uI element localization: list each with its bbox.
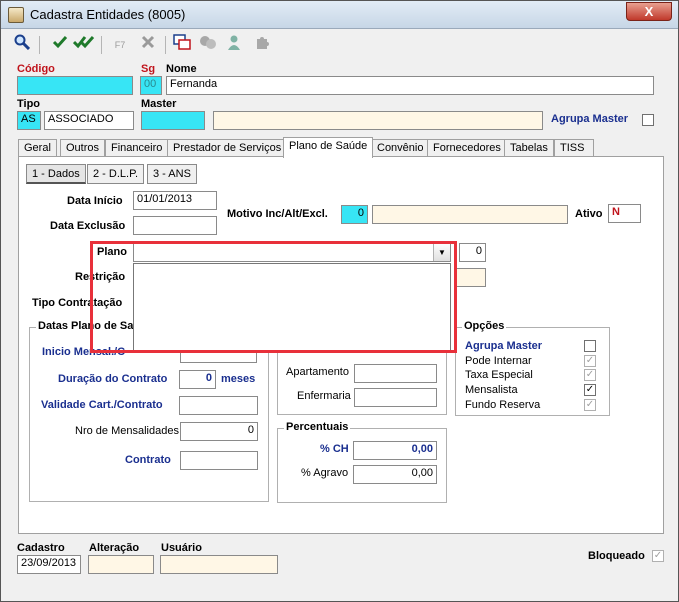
codigo-label: Código <box>17 63 55 75</box>
opcao-fundo-reserva-label: Fundo Reserva <box>465 399 541 411</box>
subtab-dlp[interactable]: 2 - D.L.P. <box>87 164 145 184</box>
close-button[interactable]: X <box>626 2 672 21</box>
window-title: Cadastra Entidades (8005) <box>30 7 186 22</box>
puzzle-icon[interactable] <box>251 34 273 56</box>
nro-mensalidades-field[interactable]: 0 <box>180 422 258 441</box>
f7-icon[interactable]: F7 <box>109 34 131 56</box>
tab-tabelas[interactable]: Tabelas <box>504 139 554 157</box>
opcao-mensalista-checkbox[interactable]: ✓ <box>584 384 596 396</box>
nome-field[interactable]: Fernanda <box>166 76 654 95</box>
contrato-label: Contrato <box>125 454 171 466</box>
master-code-field[interactable] <box>141 111 205 130</box>
subtab-dados[interactable]: 1 - Dados <box>26 164 86 184</box>
motivo-label: Motivo Inc/Alt/Excl. <box>227 208 328 220</box>
opcao-pode-internar-label: Pode Internar <box>465 355 532 367</box>
contrato-field[interactable] <box>180 451 258 470</box>
sg-field[interactable]: 00 <box>140 76 162 95</box>
ativo-label: Ativo <box>575 208 603 220</box>
tab-fornecedores[interactable]: Fornecedores <box>427 139 507 157</box>
tipo-field[interactable]: ASSOCIADO <box>44 111 134 130</box>
datas-plano-title: Datas Plano de Sa <box>36 320 136 332</box>
restricao-label: Restrição <box>75 271 126 283</box>
validade-field[interactable] <box>179 396 258 415</box>
ativo-field[interactable]: N <box>608 204 641 223</box>
master-label: Master <box>141 98 177 110</box>
search-icon[interactable] <box>11 34 33 56</box>
usuario-label: Usuário <box>161 542 202 554</box>
data-inicio-field[interactable]: 01/01/2013 <box>133 191 217 210</box>
apartamento-field[interactable] <box>354 364 437 383</box>
alteracao-field[interactable] <box>88 555 154 574</box>
plano-num-field[interactable]: 0 <box>459 243 486 262</box>
codigo-field[interactable] <box>17 76 133 95</box>
opcao-agrupa-master-label: Agrupa Master <box>465 340 543 352</box>
opcao-agrupa-master-checkbox[interactable] <box>584 340 596 352</box>
tab-tiss[interactable]: TISS <box>554 139 594 157</box>
tab-prestador[interactable]: Prestador de Serviços <box>167 139 288 157</box>
opcoes-title: Opções <box>462 320 507 332</box>
chevron-down-icon[interactable]: ▼ <box>433 244 450 261</box>
confirm-icon[interactable] <box>49 34 71 56</box>
usuario-field[interactable] <box>160 555 278 574</box>
motivo-code-field[interactable]: 0 <box>341 205 368 224</box>
subtab-ans[interactable]: 3 - ANS <box>147 164 197 184</box>
bloqueado-checkbox[interactable]: ✓ <box>652 550 664 562</box>
data-exclusao-label: Data Exclusão <box>50 220 126 232</box>
cancel-icon[interactable] <box>137 34 159 56</box>
inicio-mensal-label: Inicio Mensal./C <box>42 346 126 358</box>
plano-label: Plano <box>97 246 127 258</box>
alteracao-label: Alteração <box>89 542 140 554</box>
confirm-all-icon[interactable] <box>72 34 95 56</box>
tab-outros[interactable]: Outros <box>60 139 106 157</box>
agravo-label: % Agravo <box>301 467 349 479</box>
app-window: Cadastra Entidades (8005) X F7 Código Sg… <box>0 0 679 602</box>
gears-icon[interactable] <box>197 34 219 56</box>
restricao-field[interactable] <box>455 268 486 287</box>
nro-mensalidades-label: Nro de Mensalidades <box>75 425 179 437</box>
enfermaria-label: Enfermaria <box>297 390 351 402</box>
enfermaria-field[interactable] <box>354 388 437 407</box>
tab-financeiro[interactable]: Financeiro <box>105 139 169 157</box>
duracao-label: Duração do Contrato <box>58 373 168 385</box>
opcao-mensalista-label: Mensalista <box>465 384 518 396</box>
tipo-label: Tipo <box>17 98 41 110</box>
duracao-unit: meses <box>221 373 256 385</box>
agravo-field[interactable]: 0,00 <box>353 465 437 484</box>
opcao-fundo-reserva-checkbox[interactable]: ✓ <box>584 399 596 411</box>
opcao-taxa-especial-checkbox[interactable]: ✓ <box>584 369 596 381</box>
toolbar: F7 <box>7 32 672 60</box>
duracao-field[interactable]: 0 <box>179 370 216 389</box>
cadastro-field[interactable]: 23/09/2013 <box>17 555 81 574</box>
ch-label: % CH <box>320 443 349 455</box>
master-field[interactable] <box>213 111 543 130</box>
validade-label: Validade Cart./Contrato <box>41 399 163 411</box>
app-icon <box>8 7 24 23</box>
motivo-field[interactable] <box>372 205 568 224</box>
opcao-taxa-especial-label: Taxa Especial <box>465 369 533 381</box>
tipo-code-field[interactable]: AS <box>17 111 41 130</box>
user-icon[interactable] <box>223 34 245 56</box>
window-copy-icon[interactable] <box>171 34 193 56</box>
sg-label: Sg <box>141 63 156 75</box>
bloqueado-label: Bloqueado <box>588 550 645 562</box>
tab-convenio[interactable]: Convênio <box>371 139 430 157</box>
apartamento-label: Apartamento <box>286 366 349 378</box>
data-inicio-label: Data Início <box>67 195 123 207</box>
title-bar: Cadastra Entidades (8005) X <box>1 1 678 29</box>
nome-label: Nome <box>166 63 197 75</box>
agrupa-master-label: Agrupa Master <box>551 113 629 125</box>
opcao-pode-internar-checkbox[interactable]: ✓ <box>584 355 596 367</box>
tab-geral[interactable]: Geral <box>18 139 57 157</box>
plano-combobox[interactable]: ▼ <box>133 243 451 262</box>
cadastro-label: Cadastro <box>17 542 65 554</box>
ch-field[interactable]: 0,00 <box>353 441 437 460</box>
agrupa-master-checkbox[interactable] <box>642 114 654 126</box>
percentuais-title: Percentuais <box>284 421 351 433</box>
data-exclusao-field[interactable] <box>133 216 217 235</box>
plano-dropdown-list[interactable] <box>133 263 451 352</box>
tipo-contratacao-label: Tipo Contratação <box>32 297 123 309</box>
tab-plano-saude[interactable]: Plano de Saúde <box>283 137 374 158</box>
